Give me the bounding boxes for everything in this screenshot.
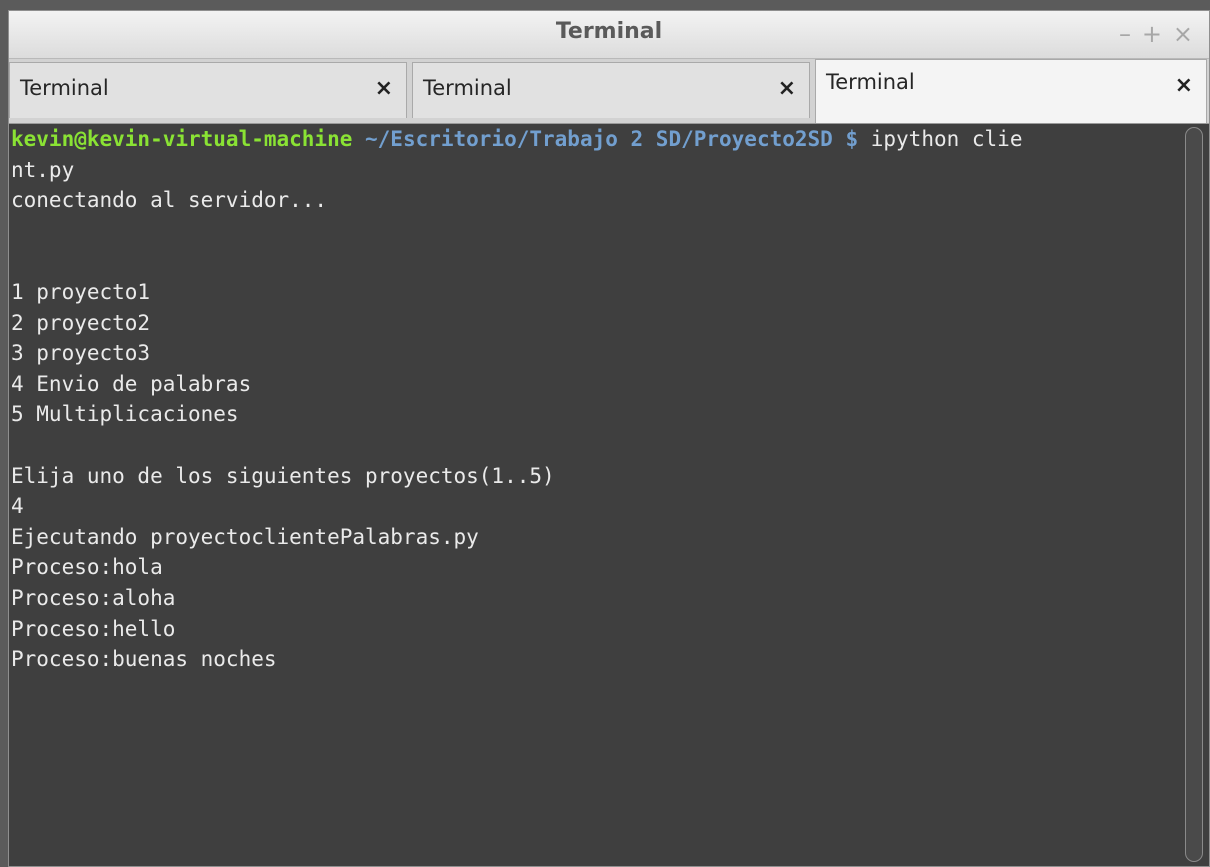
vertical-scrollbar[interactable] [1185,127,1203,862]
tab-bar: Terminal × Terminal × Terminal × [9,59,1209,124]
tab-terminal-1[interactable]: Terminal × [9,62,407,118]
output-line: 1 proyecto1 [11,279,151,304]
tab-label: Terminal [423,76,512,100]
output-line: Ejecutando proyectoclientePalabras.py [11,524,479,549]
tab-label: Terminal [20,76,109,100]
window-title: Terminal [555,19,663,44]
output-line: Proceso:aloha [11,585,176,610]
output-line: 4 [11,494,24,519]
close-window-icon[interactable]: × [1173,20,1193,48]
maximize-icon[interactable]: + [1142,20,1162,48]
output-line: 4 Envio de palabras [11,371,252,396]
tab-terminal-3-active[interactable]: Terminal × [815,59,1207,123]
close-tab-icon[interactable]: × [375,76,393,101]
terminal-output[interactable]: kevin@kevin-virtual-machine ~/Escritorio… [9,124,1183,866]
output-line: 5 Multiplicaciones [11,402,239,427]
output-line: Proceso:hello [11,616,176,641]
terminal-window: Terminal – + × Terminal × Terminal × Ter… [8,10,1210,867]
close-tab-icon[interactable]: × [778,76,796,101]
prompt-sign: $ [832,127,859,151]
output-line: nt.py [11,157,75,182]
output-line: conectando al servidor... [11,188,328,213]
output-line: Proceso:buenas noches [11,647,277,672]
prompt-user-host: kevin@kevin-virtual-machine [11,127,353,151]
prompt-line: kevin@kevin-virtual-machine ~/Escritorio… [9,124,1183,155]
output-line: Elija uno de los siguientes proyectos(1.… [11,463,555,488]
output-line: 3 proyecto3 [11,341,151,366]
tab-label: Terminal [826,70,915,94]
prompt-path: ~/Escritorio/Trabajo 2 SD/Proyecto2SD [352,127,833,151]
output-line: Proceso:hola [11,555,163,580]
title-bar[interactable]: Terminal – + × [9,11,1209,59]
output-line: 2 proyecto2 [11,310,151,335]
prompt-command: ipython clie [858,127,1023,151]
tab-terminal-2[interactable]: Terminal × [412,62,810,118]
minimize-icon[interactable]: – [1119,20,1131,48]
close-tab-icon[interactable]: × [1175,73,1193,98]
